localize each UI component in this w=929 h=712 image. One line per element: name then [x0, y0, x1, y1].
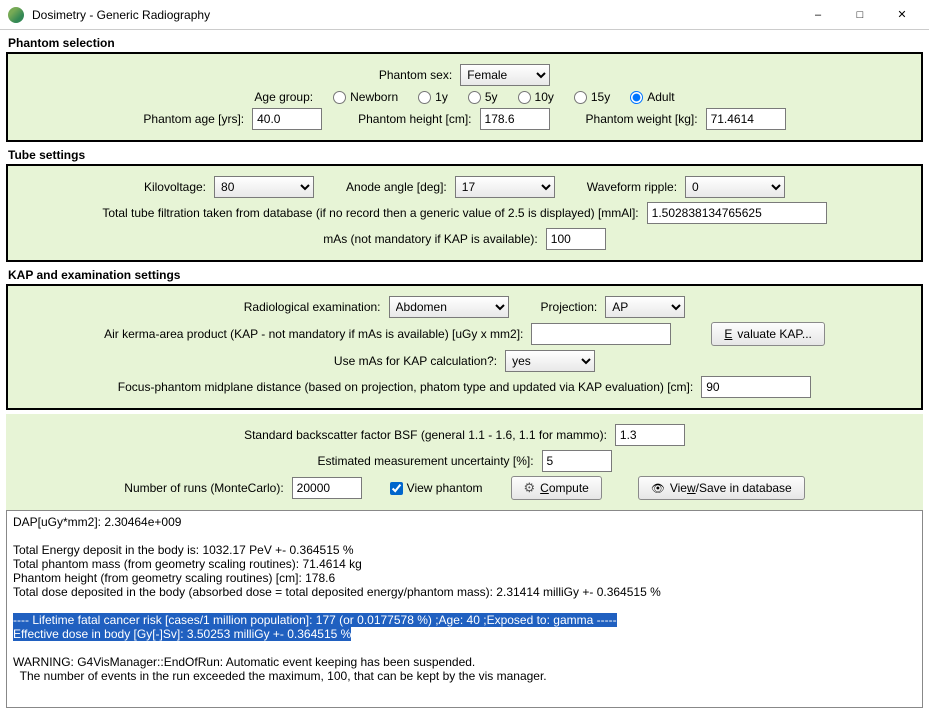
fpd-label: Focus-phantom midplane distance (based o… — [118, 380, 693, 394]
mas-input[interactable] — [546, 228, 606, 250]
phantom-age-input[interactable] — [252, 108, 322, 130]
age-newborn-radio[interactable]: Newborn — [321, 90, 398, 104]
phantom-height-input[interactable] — [480, 108, 550, 130]
phantom-heading: Phantom selection — [6, 34, 923, 52]
phantom-age-label: Phantom age [yrs]: — [143, 112, 244, 126]
ripple-label: Waveform ripple: — [587, 180, 677, 194]
age-5y-radio[interactable]: 5y — [456, 90, 498, 104]
age-15y-radio[interactable]: 15y — [562, 90, 610, 104]
fpd-input[interactable] — [701, 376, 811, 398]
phantom-sex-label: Phantom sex: — [379, 68, 452, 82]
unc-input[interactable] — [542, 450, 612, 472]
phantom-weight-label: Phantom weight [kg]: — [586, 112, 698, 126]
bsf-input[interactable] — [615, 424, 685, 446]
window-title: Dosimetry - Generic Radiography — [32, 8, 797, 22]
filtration-input[interactable] — [647, 202, 827, 224]
view-save-db-button[interactable]: View/Save in database — [638, 476, 805, 500]
age-1y-radio[interactable]: 1y — [406, 90, 448, 104]
unc-label: Estimated measurement uncertainty [%]: — [317, 454, 533, 468]
kv-select[interactable]: 80 — [214, 176, 314, 198]
exam-select[interactable]: Abdomen — [389, 296, 509, 318]
anode-label: Anode angle [deg]: — [346, 180, 447, 194]
kap-heading: KAP and examination settings — [6, 266, 923, 284]
phantom-sex-select[interactable]: Female — [460, 64, 550, 86]
tube-heading: Tube settings — [6, 146, 923, 164]
eye-icon — [651, 481, 665, 495]
bsf-label: Standard backscatter factor BSF (general… — [244, 428, 607, 442]
age-group-label: Age group: — [254, 90, 313, 104]
minimize-button[interactable]: – — [797, 3, 839, 27]
proj-select[interactable]: AP — [605, 296, 685, 318]
compute-button[interactable]: Compute — [511, 476, 602, 500]
exam-label: Radiological examination: — [244, 300, 381, 314]
kap-input[interactable] — [531, 323, 671, 345]
use-mas-select[interactable]: yes — [505, 350, 595, 372]
anode-select[interactable]: 17 — [455, 176, 555, 198]
phantom-height-label: Phantom height [cm]: — [358, 112, 471, 126]
proj-label: Projection: — [541, 300, 598, 314]
gear-icon — [524, 480, 536, 496]
ripple-select[interactable]: 0 — [685, 176, 785, 198]
age-adult-radio[interactable]: Adult — [618, 90, 674, 104]
kv-label: Kilovoltage: — [144, 180, 206, 194]
runs-input[interactable] — [292, 477, 362, 499]
mas-label: mAs (not mandatory if KAP is available): — [323, 232, 538, 246]
evaluate-kap-button[interactable]: Evaluate KAP... — [711, 322, 825, 346]
age-10y-radio[interactable]: 10y — [506, 90, 554, 104]
close-button[interactable]: ✕ — [881, 3, 923, 27]
use-mas-label: Use mAs for KAP calculation?: — [334, 354, 497, 368]
view-phantom-checkbox[interactable]: View phantom — [390, 481, 483, 495]
phantom-weight-input[interactable] — [706, 108, 786, 130]
output-textarea[interactable]: DAP[uGy*mm2]: 2.30464e+009 Total Energy … — [7, 511, 911, 707]
app-icon — [8, 7, 24, 23]
maximize-button[interactable]: □ — [839, 3, 881, 27]
filtration-label: Total tube filtration taken from databas… — [102, 206, 638, 220]
runs-label: Number of runs (MonteCarlo): — [124, 481, 283, 495]
kap-label: Air kerma-area product (KAP - not mandat… — [104, 327, 523, 341]
